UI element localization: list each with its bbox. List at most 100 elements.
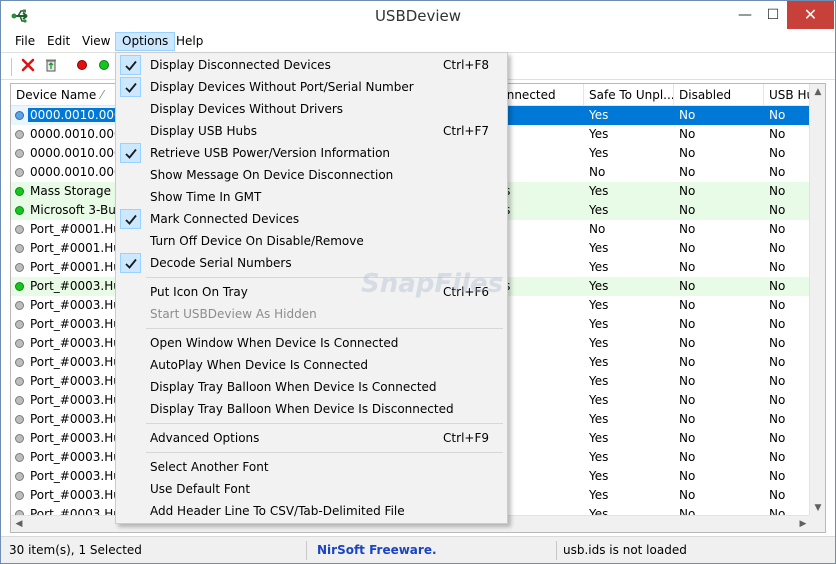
menu-item-option[interactable]: Display Tray Balloon When Device Is Disc… [118, 398, 505, 420]
menu-item-option[interactable]: Display Devices Without Port/Serial Numb… [118, 76, 505, 98]
cell-device-name: Port_#0003.Hub [11, 448, 123, 467]
device-name-text: Port_#0003.Hub [30, 469, 123, 483]
menu-item-option[interactable]: Retrieve USB Power/Version Information [118, 142, 505, 164]
toolbar-separator [11, 58, 12, 76]
cell-disabled: No [679, 412, 696, 426]
menu-item-option[interactable]: Display Disconnected Devices Ctrl+F8 [118, 54, 505, 76]
cell-device-name: 0000.0010.0000. [11, 106, 123, 125]
maximize-button[interactable]: ☐ [759, 1, 787, 29]
menu-item-label: Select Another Font [150, 460, 269, 474]
menu-item-option[interactable]: Select Another Font [118, 456, 505, 478]
menu-item-option[interactable]: Add Header Line To CSV/Tab-Delimited Fil… [118, 500, 505, 522]
menu-item-option[interactable]: Show Time In GMT [118, 186, 505, 208]
menu-item-option[interactable]: Display Tray Balloon When Device Is Conn… [118, 376, 505, 398]
menu-bar: File Edit View Options Help [1, 31, 835, 52]
menu-item-option[interactable]: Mark Connected Devices [118, 208, 505, 230]
menu-view[interactable]: View [76, 32, 116, 51]
column-safe-to-unplug[interactable]: Safe To Unpl... [584, 84, 674, 106]
nirsoft-link[interactable]: NirSoft Freeware. http://www.nirsoft.net [311, 537, 551, 563]
cell-device-name: Port_#0003.Hub [11, 296, 123, 315]
device-name-text: Port_#0001.Hub [30, 260, 123, 274]
device-name-text: Port_#0003.Hub [30, 488, 123, 502]
column-device-name[interactable]: Device Name ⁄ [11, 84, 123, 106]
close-button[interactable]: ✕ [787, 1, 834, 29]
column-disabled[interactable]: Disabled [674, 84, 764, 106]
menu-item-shortcut: Ctrl+F8 [443, 58, 489, 72]
device-name-text: Port_#0003.Hub [30, 279, 123, 293]
menu-item-option[interactable]: AutoPlay When Device Is Connected [118, 354, 505, 376]
menu-item-label: Display Devices Without Drivers [150, 102, 344, 116]
menu-file[interactable]: File [9, 32, 41, 51]
cell-device-name: Port_#0003.Hub [11, 372, 123, 391]
scroll-left-icon[interactable]: ◀ [11, 516, 27, 532]
menu-item-option[interactable]: Turn Off Device On Disable/Remove [118, 230, 505, 252]
uninstall-button[interactable] [18, 57, 38, 77]
status-dot-icon [15, 263, 24, 272]
status-dot-icon [15, 130, 24, 139]
device-name-text: Port_#0003.Hub [30, 412, 123, 426]
disable-button[interactable] [72, 57, 92, 77]
cell-safe-to-unplug: Yes [589, 298, 609, 312]
cell-disabled: No [679, 146, 696, 160]
scroll-up-icon[interactable]: ▲ [810, 84, 825, 100]
menu-item-label: Display Tray Balloon When Device Is Disc… [150, 402, 454, 416]
cell-safe-to-unplug: Yes [589, 146, 609, 160]
cell-safe-to-unplug: Yes [589, 241, 609, 255]
cell-disabled: No [679, 488, 696, 502]
cell-disabled: No [679, 450, 696, 464]
cell-safe-to-unplug: Yes [589, 184, 609, 198]
red-dot-icon [77, 60, 87, 70]
checkmark-icon [120, 143, 141, 163]
status-dot-icon [15, 472, 24, 481]
recycle-button[interactable] [41, 57, 61, 77]
cell-safe-to-unplug: Yes [589, 488, 609, 502]
menu-item-option[interactable]: Display USB Hubs Ctrl+F7 [118, 120, 505, 142]
menu-item-option[interactable]: Open Window When Device Is Connected [118, 332, 505, 354]
menu-item-option[interactable]: Start USBDeview As Hidden [118, 303, 505, 325]
menu-edit[interactable]: Edit [41, 32, 76, 51]
cell-safe-to-unplug: Yes [589, 393, 609, 407]
menu-item-option[interactable]: Decode Serial Numbers [118, 252, 505, 274]
status-dot-icon [15, 206, 24, 215]
menu-item-option[interactable]: Show Message On Device Disconnection [118, 164, 505, 186]
menu-item-label: Add Header Line To CSV/Tab-Delimited Fil… [150, 504, 405, 518]
cell-disabled: No [679, 469, 696, 483]
menu-item-label: Decode Serial Numbers [150, 256, 292, 270]
cell-safe-to-unplug: Yes [589, 431, 609, 445]
cell-safe-to-unplug: Yes [589, 374, 609, 388]
sort-arrow-icon: ⁄ [101, 88, 104, 102]
cell-device-name: Port_#0003.Hub [11, 353, 123, 372]
menu-item-label: Display Devices Without Port/Serial Numb… [150, 80, 414, 94]
menu-item-option[interactable]: Display Devices Without Drivers [118, 98, 505, 120]
column-label: Device Name [16, 88, 97, 102]
menu-separator [146, 277, 503, 278]
menu-options[interactable]: Options [115, 32, 176, 51]
green-dot-icon [99, 60, 109, 70]
checkmark-icon [120, 55, 141, 75]
menu-item-label: Turn Off Device On Disable/Remove [150, 234, 364, 248]
scrollbar-corner [809, 515, 825, 532]
cell-disabled: No [679, 336, 696, 350]
menu-item-option[interactable]: Put Icon On Tray Ctrl+F6 [118, 281, 505, 303]
cell-device-name: Port_#0003.Hub [11, 277, 123, 296]
menu-item-label: Display Tray Balloon When Device Is Conn… [150, 380, 437, 394]
minimize-button[interactable]: — [731, 1, 759, 29]
menu-separator [146, 423, 503, 424]
cell-device-name: Port_#0003.Hub [11, 315, 123, 334]
menu-help[interactable]: Help [170, 32, 209, 51]
scroll-down-icon[interactable]: ▼ [810, 500, 825, 516]
status-dot-icon [15, 339, 24, 348]
cell-disabled: No [679, 222, 696, 236]
enable-button[interactable] [94, 57, 114, 77]
checkmark-icon [120, 253, 141, 273]
checkmark-icon [120, 209, 141, 229]
menu-separator [146, 328, 503, 329]
menu-item-option[interactable]: Use Default Font [118, 478, 505, 500]
red-x-icon [21, 58, 35, 72]
vertical-scrollbar[interactable]: ▲ ▼ [809, 84, 825, 516]
checkmark-icon [120, 77, 141, 97]
menu-item-option[interactable]: Advanced Options Ctrl+F9 [118, 427, 505, 449]
menu-item-label: Use Default Font [150, 482, 251, 496]
cell-device-name: Port_#0003.Hub [11, 334, 123, 353]
status-dot-icon [15, 282, 24, 291]
